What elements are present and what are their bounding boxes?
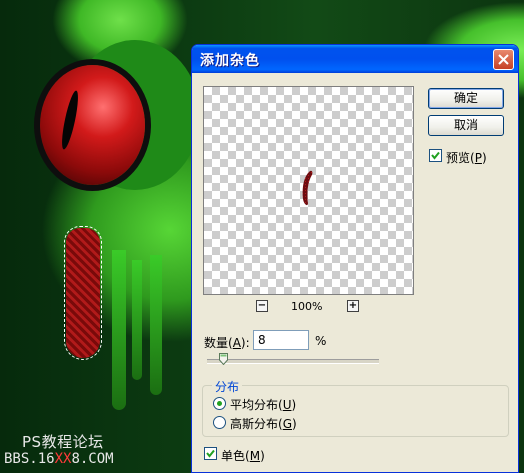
cancel-button[interactable]: 取消 <box>428 115 504 136</box>
amount-slider-thumb[interactable] <box>219 353 228 365</box>
radio-uniform[interactable] <box>213 397 226 410</box>
watermark-title: PS教程论坛 <box>22 433 104 451</box>
close-button[interactable] <box>493 49 514 70</box>
selected-blood-drop[interactable] <box>64 226 102 360</box>
amount-label: 数量(A): <box>204 336 250 350</box>
monochromatic-label[interactable]: 单色(M) <box>221 447 265 464</box>
distribution-title: 分布 <box>212 378 243 395</box>
amount-unit: % <box>315 334 327 348</box>
slime-drip <box>112 250 126 410</box>
preview-checkbox[interactable] <box>429 149 442 162</box>
preview-label[interactable]: 预览(P) <box>446 149 487 166</box>
slime-drip <box>150 255 162 395</box>
zoom-out-button[interactable]: − <box>256 300 268 312</box>
radio-uniform-label[interactable]: 平均分布(U) <box>230 396 296 413</box>
watermark-url: BBS.16XX8.COM <box>4 451 114 467</box>
amount-slider-track[interactable] <box>207 359 379 364</box>
dialog-titlebar[interactable]: 添加杂色 <box>192 45 518 73</box>
add-noise-dialog: 添加杂色 − 100% + 确定 取消 预览(P) 数量(A): % <box>191 44 519 473</box>
amount-input[interactable] <box>253 330 309 350</box>
radio-gaussian-label[interactable]: 高斯分布(G) <box>230 415 297 432</box>
slime-drip <box>132 260 142 380</box>
close-icon <box>498 54 509 65</box>
zoom-in-button[interactable]: + <box>347 300 359 312</box>
radio-selected-dot <box>217 401 222 406</box>
preview-shape <box>302 170 313 206</box>
checkmark-icon <box>206 449 215 458</box>
ok-button[interactable]: 确定 <box>428 88 504 109</box>
zoom-level: 100% <box>291 300 323 313</box>
dialog-title: 添加杂色 <box>200 53 260 69</box>
filter-preview[interactable] <box>203 86 414 295</box>
radio-gaussian[interactable] <box>213 416 226 429</box>
checkmark-icon <box>431 151 440 160</box>
frog-eye <box>40 65 145 185</box>
monochromatic-checkbox[interactable] <box>204 447 217 460</box>
